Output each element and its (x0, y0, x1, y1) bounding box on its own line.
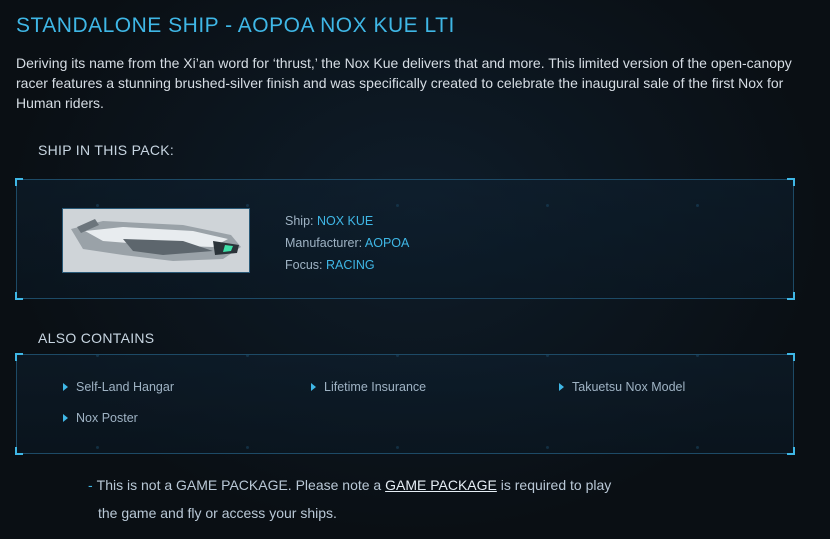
manufacturer-label: Manufacturer: (285, 236, 365, 250)
focus-value[interactable]: RACING (326, 258, 375, 272)
notice-text-before: This is not a GAME PACKAGE. Please note … (96, 477, 386, 493)
manufacturer-value[interactable]: AOPOA (365, 236, 409, 250)
also-contains-label: ALSO CONTAINS (38, 330, 155, 346)
corner-bracket (15, 353, 23, 361)
ship-image[interactable] (62, 208, 250, 273)
corner-bracket (787, 178, 795, 186)
notice-line-2: the game and fly or access your ships. (98, 505, 337, 521)
bullet-arrow-icon (559, 383, 564, 391)
corner-bracket (787, 447, 795, 455)
ship-illustration (63, 209, 249, 272)
list-item-label: Takuetsu Nox Model (572, 380, 686, 394)
game-package-notice: - This is not a GAME PACKAGE. Please note… (88, 471, 618, 527)
corner-bracket (15, 447, 23, 455)
list-item: Takuetsu Nox Model (559, 380, 685, 394)
ship-section-label: SHIP IN THIS PACK: (38, 142, 175, 158)
bullet-arrow-icon (63, 414, 68, 422)
corner-bracket (15, 178, 23, 186)
list-item: Nox Poster (63, 411, 138, 425)
list-item-label: Self-Land Hangar (76, 380, 174, 394)
focus-label: Focus: (285, 258, 326, 272)
list-item-label: Nox Poster (76, 411, 138, 425)
corner-bracket (787, 353, 795, 361)
corner-bracket (15, 292, 23, 300)
also-contains-panel: Self-Land Hangar Lifetime Insurance Taku… (15, 353, 795, 455)
list-item-label: Lifetime Insurance (324, 380, 427, 394)
corner-bracket (787, 292, 795, 300)
ship-name-value[interactable]: NOX KUE (317, 214, 373, 228)
list-item: Self-Land Hangar (63, 380, 174, 394)
page-description: Deriving its name from the Xi’an word fo… (16, 55, 792, 111)
notice-text-after: is required to play (496, 477, 612, 493)
ship-name-label: Ship: (285, 214, 317, 228)
bullet-arrow-icon (63, 383, 68, 391)
bullet-arrow-icon (311, 383, 316, 391)
manufacturer-row: Manufacturer: AOPOA (285, 232, 409, 254)
ship-name-row: Ship: NOX KUE (285, 210, 409, 232)
list-item: Lifetime Insurance (311, 380, 426, 394)
page-title: STANDALONE SHIP - AOPOA NOX KUE LTI (16, 14, 455, 37)
game-package-link[interactable]: GAME PACKAGE (385, 477, 497, 493)
ship-panel: Ship: NOX KUE Manufacturer: AOPOA Focus:… (15, 178, 795, 300)
notice-line-1: - This is not a GAME PACKAGE. Please note… (88, 471, 618, 499)
ship-details: Ship: NOX KUE Manufacturer: AOPOA Focus:… (285, 210, 409, 276)
notice-dash: - (88, 477, 93, 493)
focus-row: Focus: RACING (285, 254, 409, 276)
